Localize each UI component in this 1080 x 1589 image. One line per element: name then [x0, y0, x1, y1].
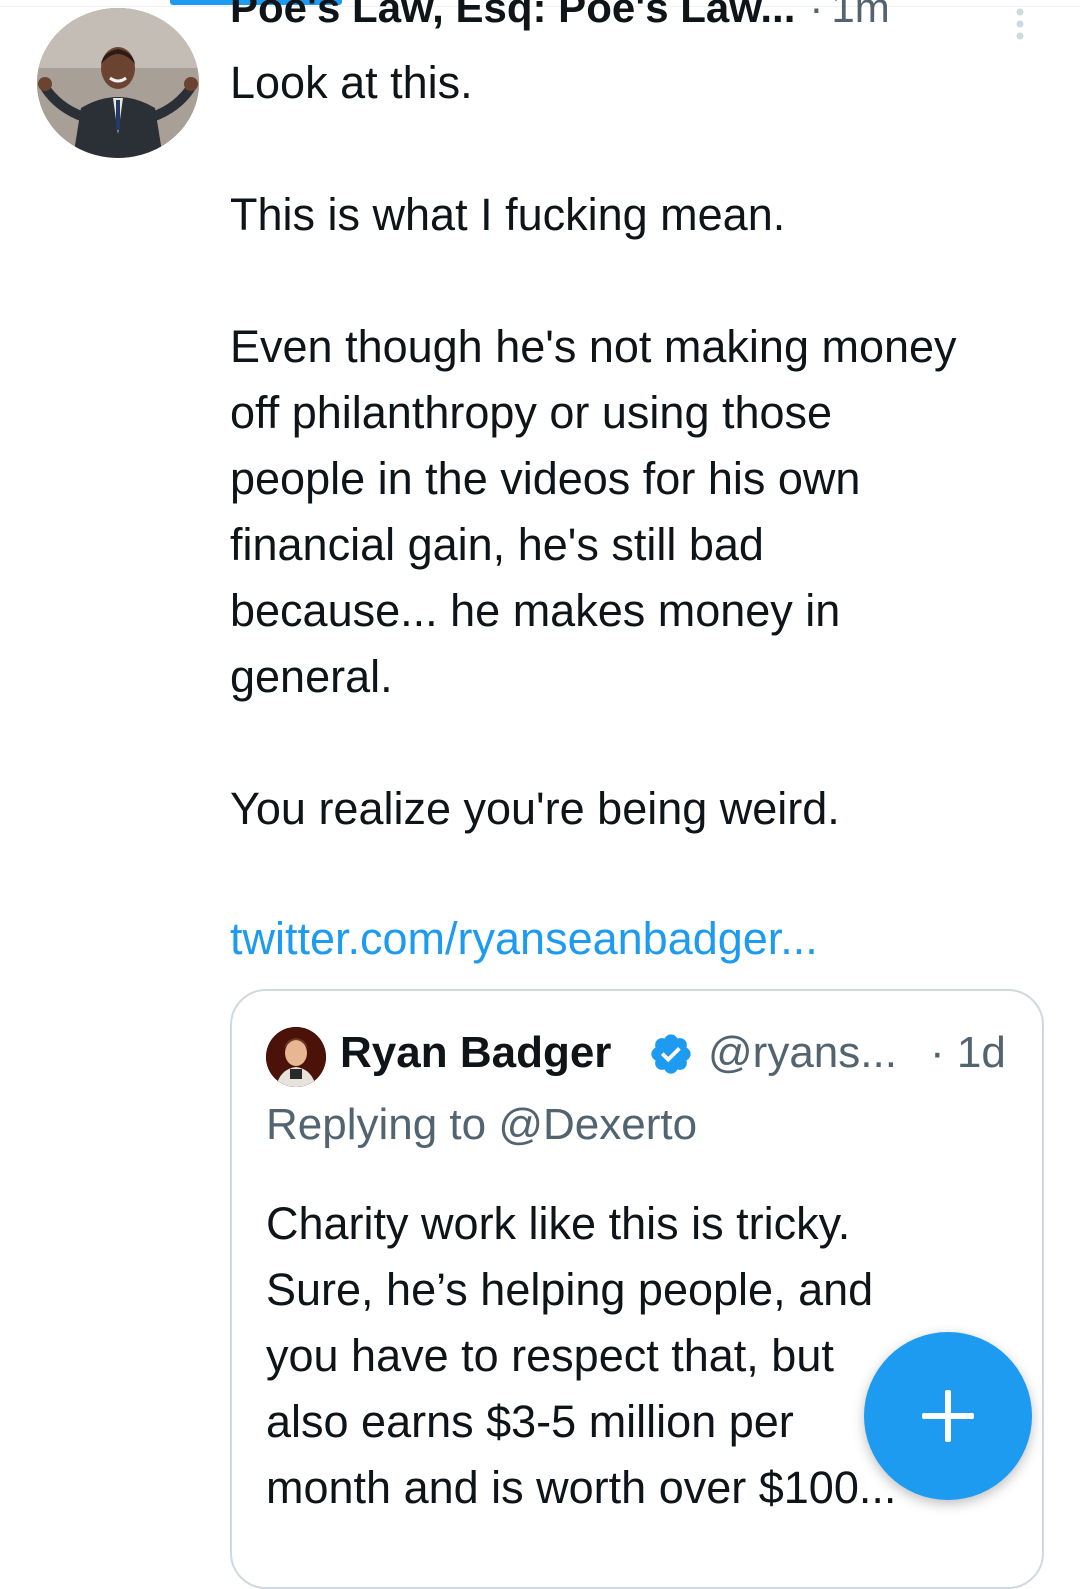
- verified-icon: [651, 1034, 691, 1074]
- tweet-line: Look at this.: [230, 57, 473, 108]
- quoted-line: Sure, he’s helping people, and: [266, 1264, 874, 1315]
- quoted-text: Charity work like this is tricky. Sure, …: [266, 1191, 966, 1521]
- replying-to: Replying to @Dexerto: [266, 1100, 698, 1149]
- tweet-line: because... he makes money in: [230, 585, 841, 636]
- separator-dot: ·: [809, 0, 824, 31]
- tweet-line: general.: [230, 651, 393, 702]
- quoted-avatar[interactable]: [266, 1027, 326, 1087]
- tweet-line: This is what I fucking mean.: [230, 189, 786, 240]
- quoted-line: also earns $3-5 million per: [266, 1396, 794, 1447]
- quoted-author-name[interactable]: Ryan Badger: [340, 1023, 611, 1083]
- quoted-line: Charity work like this is tricky.: [266, 1198, 851, 1249]
- tweet-text: Look at this. This is what I fucking mea…: [230, 50, 1050, 842]
- tweet-link[interactable]: twitter.com/ryanseanbadger...: [230, 906, 818, 972]
- tweet-line: off philanthropy or using those: [230, 387, 833, 438]
- quoted-avatar-image: [266, 1027, 326, 1087]
- compose-plus-icon: [922, 1390, 974, 1442]
- quoted-line: you have to respect that, but: [266, 1330, 834, 1381]
- compose-button[interactable]: [864, 1332, 1032, 1500]
- tweet-line: people in the videos for his own: [230, 453, 861, 504]
- tweet-time[interactable]: 1m: [831, 0, 889, 31]
- tweet-line: Even though he's not making money: [230, 321, 957, 372]
- quoted-line: month and is worth over $100...: [266, 1462, 897, 1513]
- quoted-handle[interactable]: @ryans...: [708, 1023, 897, 1083]
- quoted-time-value: 1d: [956, 1028, 1006, 1077]
- tweet-header: Poe's Law, Esq: Poe's Law... · 1m: [230, 0, 1030, 38]
- avatar-image: [37, 8, 199, 158]
- tweet-line: financial gain, he's still bad: [230, 519, 764, 570]
- more-icon[interactable]: [1010, 6, 1030, 42]
- author-avatar[interactable]: [37, 8, 199, 158]
- author-name[interactable]: Poe's Law, Esq: Poe's Law...: [230, 0, 795, 31]
- quoted-tweet[interactable]: Ryan Badger @ryans... · 1d Replying to @…: [230, 989, 1044, 1589]
- tweet-line: You realize you're being weird.: [230, 783, 840, 834]
- quoted-time[interactable]: · 1d: [930, 1023, 1006, 1083]
